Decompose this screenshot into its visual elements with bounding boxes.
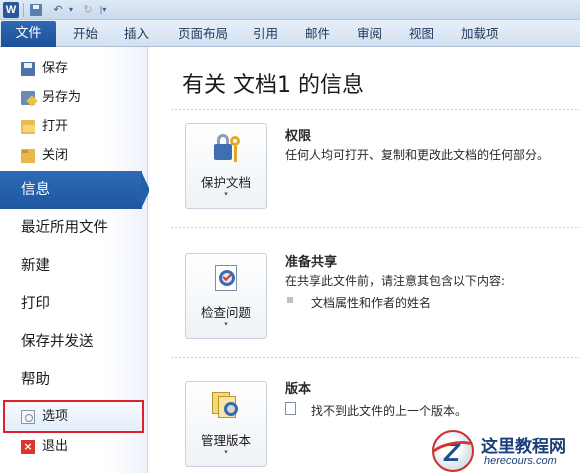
- save-as-icon: [21, 91, 35, 105]
- open-folder-icon: [21, 120, 35, 134]
- list-item: 文档属性和作者的姓名: [311, 296, 432, 310]
- tab-mailings[interactable]: 邮件: [305, 20, 330, 47]
- bullet-icon: [287, 297, 293, 303]
- manage-versions-icon: [210, 390, 242, 422]
- nav-exit-label: 退出: [42, 439, 69, 454]
- watermark-url: herecours.com: [484, 455, 557, 467]
- inspect-document-icon: [210, 262, 242, 294]
- tab-insert[interactable]: 插入: [124, 20, 149, 47]
- prepare-sharing-heading: 准备共享: [285, 255, 338, 270]
- nav-print[interactable]: 打印: [0, 285, 148, 323]
- lock-key-icon: [210, 132, 242, 164]
- ribbon-tabs: 文件 开始 插入 页面布局 引用 邮件 审阅 视图 加载项: [0, 20, 580, 48]
- nav-open-label: 打开: [42, 119, 69, 134]
- title-bar: W ↶ ▾ ↻ |▾: [0, 0, 580, 20]
- nav-open[interactable]: 打开: [0, 113, 148, 141]
- nav-save[interactable]: 保存: [0, 55, 148, 83]
- check-issues-button[interactable]: 检查问题 ▾: [185, 253, 267, 339]
- nav-close[interactable]: 关闭: [0, 142, 148, 170]
- check-issues-label: 检查问题: [200, 305, 251, 320]
- tab-review[interactable]: 审阅: [357, 20, 382, 47]
- protect-document-button[interactable]: 保护文档 ▾: [185, 123, 267, 209]
- versions-description: 找不到此文件的上一个版本。: [311, 404, 468, 418]
- undo-icon[interactable]: ↶: [50, 2, 66, 18]
- chevron-down-icon: ▾: [224, 448, 228, 456]
- divider: [171, 109, 580, 110]
- nav-save-as[interactable]: 另存为: [0, 84, 148, 112]
- tab-file[interactable]: 文件: [1, 21, 56, 48]
- redo-icon[interactable]: ↻: [80, 2, 96, 18]
- customize-quick-access-icon[interactable]: |▾: [98, 2, 108, 18]
- nav-info-label: 信息: [21, 182, 50, 198]
- page-title: 有关 文档1 的信息: [182, 73, 364, 98]
- chevron-down-icon: ▾: [224, 190, 228, 198]
- prepare-sharing-description: 在共享此文件前，请注意其包含以下内容:: [285, 274, 506, 288]
- tab-add-ins[interactable]: 加载项: [461, 20, 499, 47]
- nav-new[interactable]: 新建: [0, 247, 148, 285]
- tab-page-layout[interactable]: 页面布局: [178, 20, 228, 47]
- nav-help[interactable]: 帮助: [0, 361, 148, 399]
- manage-versions-label: 管理版本: [200, 433, 251, 448]
- permissions-description: 任何人均可打开、复制和更改此文档的任何部分。: [285, 148, 550, 162]
- permissions-heading: 权限: [285, 129, 312, 144]
- tab-home[interactable]: 开始: [73, 20, 98, 47]
- tab-references[interactable]: 引用: [253, 20, 278, 47]
- tab-view[interactable]: 视图: [409, 20, 434, 47]
- divider: [171, 227, 580, 228]
- versions-heading: 版本: [285, 382, 312, 397]
- manage-versions-button[interactable]: 管理版本 ▾: [185, 381, 267, 467]
- undo-dropdown-icon[interactable]: ▾: [66, 2, 76, 18]
- quick-access-separator: [23, 3, 24, 17]
- divider: [171, 357, 580, 358]
- info-pane: 有关 文档1 的信息 保护文档 ▾ 权限 任何人均可打开、复制和更改此文档的任何…: [149, 47, 580, 473]
- nav-info[interactable]: 信息: [0, 171, 150, 209]
- nav-save-label: 保存: [42, 61, 69, 76]
- nav-save-send[interactable]: 保存并发送: [0, 323, 148, 361]
- quick-save-icon[interactable]: [28, 2, 44, 18]
- options-icon: [21, 410, 35, 424]
- nav-exit[interactable]: × 退出: [0, 433, 148, 461]
- exit-icon: ×: [21, 440, 35, 454]
- save-icon: [21, 62, 35, 76]
- watermark-logo: Z 这里教程网 herecours.com: [426, 428, 580, 473]
- nav-options[interactable]: 选项: [0, 403, 148, 431]
- nav-save-as-label: 另存为: [42, 90, 82, 105]
- nav-options-label: 选项: [42, 409, 69, 424]
- nav-close-label: 关闭: [42, 148, 69, 163]
- word-logo-icon[interactable]: W: [3, 2, 19, 18]
- document-icon: [285, 402, 296, 415]
- backstage-nav: 保存 另存为 打开 关闭 信息 最近所用文件 新建 打印 保存并发送 帮助 选项…: [0, 47, 150, 473]
- chevron-down-icon: ▾: [224, 320, 228, 328]
- watermark-name: 这里教程网: [481, 437, 566, 457]
- nav-recent[interactable]: 最近所用文件: [0, 209, 148, 247]
- close-folder-icon: [21, 149, 35, 163]
- protect-document-label: 保护文档: [200, 175, 251, 190]
